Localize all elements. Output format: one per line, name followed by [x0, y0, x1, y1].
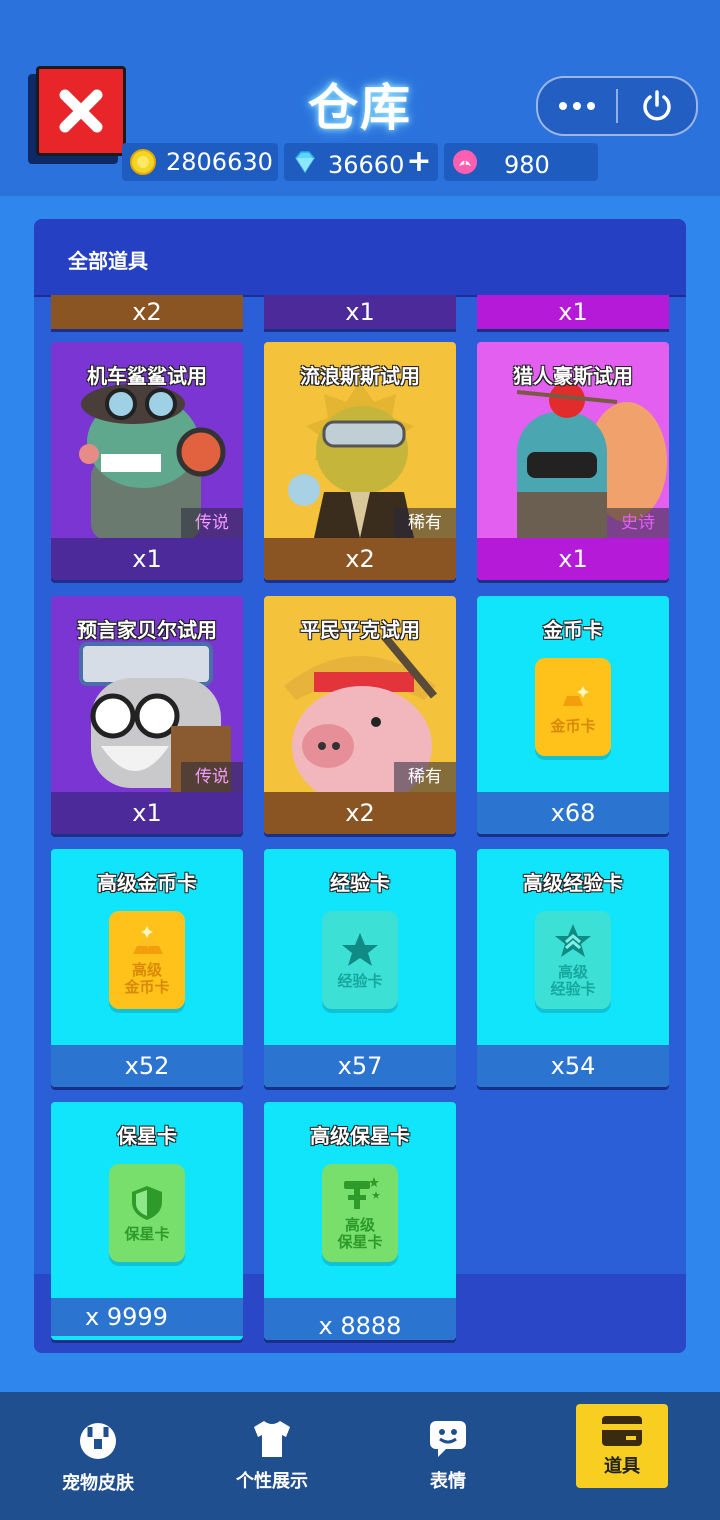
- star-icon: [342, 932, 378, 966]
- item-name: 流浪斯斯试用: [300, 364, 420, 388]
- emoji-chat-icon: [430, 1421, 466, 1457]
- tab-label: 宠物皮肤: [62, 1473, 134, 1494]
- inventory-panel: 全部道具 x2 x1 x1 机车鲨鲨试用 传说 x1 流浪斯斯试用 稀有 x2 …: [34, 219, 686, 1353]
- tab-items[interactable]: 道具: [576, 1404, 668, 1488]
- card-icon-label: 高级 经验卡: [550, 963, 596, 998]
- tab-personal-display[interactable]: 个性展示: [202, 1392, 342, 1520]
- item-card[interactable]: 机车鲨鲨试用 传说 x1: [51, 342, 243, 580]
- gold-card-icon: 金币卡: [535, 658, 611, 756]
- more-button[interactable]: [538, 78, 616, 134]
- star-protect-card-icon: 保星卡: [109, 1164, 185, 1262]
- item-name: 经验卡: [330, 871, 390, 895]
- item-count: x54: [477, 1045, 669, 1087]
- mini-program-capsule: [536, 76, 698, 136]
- card-icon: [602, 1416, 642, 1446]
- card-icon-label: 保星卡: [124, 1224, 170, 1243]
- close-icon: [59, 89, 103, 133]
- item-count: x68: [477, 792, 669, 834]
- coin-icon: [130, 149, 156, 175]
- tab-label: 个性展示: [236, 1471, 308, 1492]
- item-card[interactable]: 保星卡 保星卡 x 9999: [51, 1102, 243, 1340]
- item-name: 高级经验卡: [523, 871, 623, 895]
- item-card[interactable]: 猎人豪斯试用 史诗 x1: [477, 342, 669, 580]
- page-title: 仓库: [308, 79, 412, 137]
- item-count: x1: [51, 538, 243, 580]
- panel-header: 全部道具: [34, 219, 686, 298]
- exp-card-icon: 经验卡: [322, 911, 398, 1009]
- panel-title: 全部道具: [68, 249, 148, 273]
- gold-bar-icon: [563, 685, 589, 706]
- item-count-partial[interactable]: x2: [51, 295, 243, 329]
- item-name: 机车鲨鲨试用: [87, 364, 207, 388]
- item-card[interactable]: 预言家贝尔试用 传说 x1: [51, 596, 243, 834]
- item-name: 保星卡: [117, 1124, 177, 1148]
- item-count: x1: [51, 792, 243, 834]
- item-name: 猎人豪斯试用: [513, 364, 633, 388]
- rarity-badge: 传说: [181, 508, 243, 538]
- card-icon-label: 金币卡: [550, 716, 596, 735]
- item-card[interactable]: 高级保星卡 高级 保星卡 x 8888: [264, 1102, 456, 1340]
- dot-icon: [573, 102, 581, 110]
- rarity-badge: 稀有: [394, 508, 456, 538]
- rank-star-icon: [555, 924, 591, 957]
- item-count: x 8888: [264, 1298, 456, 1340]
- power-button[interactable]: [618, 88, 696, 124]
- gem-balance: 36660 +: [284, 143, 438, 181]
- item-count: x2: [264, 538, 456, 580]
- bottom-nav: 宠物皮肤 个性展示 表情 道具: [0, 1392, 720, 1520]
- item-count-partial[interactable]: x1: [264, 295, 456, 329]
- close-button[interactable]: [36, 66, 126, 156]
- dot-icon: [559, 102, 567, 110]
- item-count: x57: [264, 1045, 456, 1087]
- item-count: x52: [51, 1045, 243, 1087]
- item-name: 高级金币卡: [97, 871, 197, 895]
- advanced-exp-card-icon: 高级 经验卡: [535, 911, 611, 1009]
- gold-bars-icon: [133, 926, 163, 954]
- shield-stars-icon: [344, 1177, 380, 1209]
- coin-balance: 2806630: [122, 143, 278, 181]
- tab-emoji[interactable]: 表情: [378, 1392, 518, 1520]
- item-count: x2: [264, 792, 456, 834]
- lotus-value: 980: [504, 151, 550, 179]
- advanced-star-protect-card-icon: 高级 保星卡: [322, 1164, 398, 1262]
- power-icon: [643, 90, 671, 121]
- pet-skin-icon: [80, 1423, 116, 1459]
- shield-icon: [132, 1185, 162, 1220]
- item-name: 金币卡: [543, 618, 603, 642]
- item-card[interactable]: 金币卡 金币卡 x68: [477, 596, 669, 834]
- item-card[interactable]: 高级经验卡 高级 经验卡 x54: [477, 849, 669, 1087]
- rarity-badge: 史诗: [607, 508, 669, 538]
- item-card[interactable]: 高级金币卡 高级 金币卡 x52: [51, 849, 243, 1087]
- add-gems-button[interactable]: +: [406, 147, 431, 177]
- card-icon-label: 经验卡: [337, 971, 383, 990]
- tshirt-icon: [254, 1421, 290, 1457]
- lotus-balance: 980: [444, 143, 598, 181]
- advanced-gold-card-icon: 高级 金币卡: [109, 911, 185, 1009]
- gem-value: 36660: [328, 151, 405, 179]
- rarity-badge: 传说: [181, 762, 243, 792]
- dot-icon: [587, 102, 595, 110]
- item-count-partial[interactable]: x1: [477, 295, 669, 329]
- card-icon-label: 高级 金币卡: [124, 961, 170, 996]
- card-icon-label: 高级 保星卡: [337, 1216, 383, 1251]
- item-name: 高级保星卡: [310, 1124, 410, 1148]
- item-card[interactable]: 经验卡 经验卡 x57: [264, 849, 456, 1087]
- tab-label: 道具: [604, 1456, 640, 1477]
- item-count: x1: [477, 538, 669, 580]
- tab-pet-skin[interactable]: 宠物皮肤: [28, 1392, 168, 1520]
- coin-value: 2806630: [166, 148, 273, 176]
- item-count: x 9999: [51, 1298, 243, 1336]
- item-name: 平民平克试用: [300, 618, 420, 642]
- item-name: 预言家贝尔试用: [77, 618, 217, 642]
- item-card[interactable]: 流浪斯斯试用 稀有 x2: [264, 342, 456, 580]
- lotus-icon: [453, 150, 477, 174]
- tab-label: 表情: [430, 1471, 466, 1492]
- item-card[interactable]: 平民平克试用 稀有 x2: [264, 596, 456, 834]
- diamond-icon: [295, 151, 315, 174]
- rarity-badge: 稀有: [394, 762, 456, 792]
